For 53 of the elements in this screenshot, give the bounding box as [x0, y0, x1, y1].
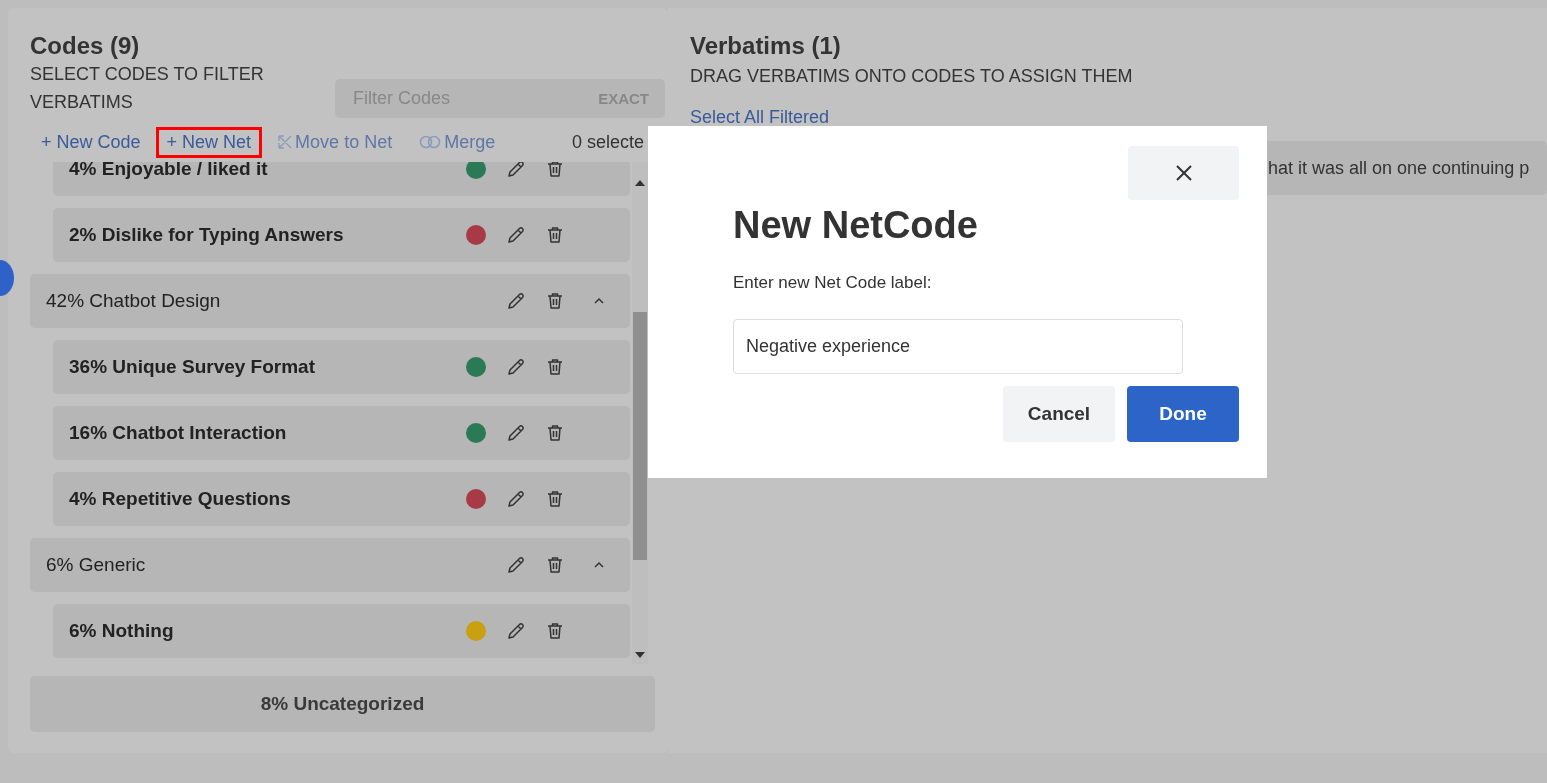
- trash-icon[interactable]: [546, 423, 564, 443]
- code-row[interactable]: 36% Unique Survey Format: [53, 340, 630, 394]
- trash-icon[interactable]: [546, 621, 564, 641]
- net-label-field[interactable]: Negative experience: [733, 319, 1183, 374]
- selection-count: 0 selecte: [571, 131, 644, 153]
- trash-icon[interactable]: [546, 555, 564, 575]
- chevron-up-icon[interactable]: [593, 297, 605, 305]
- code-label: 4% Repetitive Questions: [69, 488, 292, 510]
- panel-title: Verbatims (1): [690, 32, 842, 60]
- code-row[interactable]: 2% Dislike for Typing Answers: [53, 208, 630, 262]
- dialog-title: New NetCode: [733, 204, 979, 247]
- scrollbar[interactable]: [632, 162, 648, 664]
- trash-icon[interactable]: [546, 162, 564, 179]
- uncategorized-row[interactable]: 8% Uncategorized: [30, 676, 655, 732]
- close-icon: [1174, 164, 1193, 182]
- code-row[interactable]: 4% Repetitive Questions: [53, 472, 630, 526]
- pencil-icon[interactable]: [506, 555, 526, 575]
- panel-subtitle: DRAG VERBATIMS ONTO CODES TO ASSIGN THEM: [690, 66, 1134, 87]
- net-row[interactable]: 6% Generic: [30, 538, 630, 592]
- cancel-button[interactable]: Cancel: [1003, 386, 1115, 442]
- net-row[interactable]: 42% Chatbot Design: [30, 274, 630, 328]
- merge-icon: [418, 135, 443, 149]
- code-label: 6% Nothing: [69, 620, 175, 642]
- arrows-icon: [277, 134, 294, 150]
- trash-icon[interactable]: [546, 225, 564, 245]
- code-row[interactable]: 4% Enjoyable / liked it: [53, 162, 630, 196]
- code-row[interactable]: 16% Chatbot Interaction: [53, 406, 630, 460]
- field-label: Enter new Net Code label:: [733, 273, 933, 293]
- pencil-icon[interactable]: [506, 162, 526, 179]
- code-label: 16% Chatbot Interaction: [69, 422, 288, 444]
- chevron-up-icon[interactable]: [593, 561, 605, 569]
- pencil-icon[interactable]: [506, 357, 526, 377]
- trash-icon[interactable]: [546, 357, 564, 377]
- net-label: 6% Generic: [46, 554, 147, 576]
- net-label: 42% Chatbot Design: [46, 290, 222, 312]
- panel-title: Codes (9): [30, 32, 140, 60]
- verbatim-text: hat it was all on one continuing p: [1268, 157, 1530, 179]
- pencil-icon[interactable]: [506, 225, 526, 245]
- panel-subtitle: SELECT CODES TO FILTER VERBATIMS: [30, 63, 265, 114]
- done-button[interactable]: Done: [1127, 386, 1239, 442]
- pencil-icon[interactable]: [506, 291, 526, 311]
- pencil-icon[interactable]: [506, 423, 526, 443]
- code-label: 4% Enjoyable / liked it: [69, 162, 269, 180]
- new-button[interactable]: + New Net: [155, 126, 263, 158]
- new-button[interactable]: + New Code: [30, 126, 152, 158]
- trash-icon[interactable]: [546, 489, 564, 509]
- trash-icon[interactable]: [546, 291, 564, 311]
- code-label: 36% Unique Survey Format: [69, 356, 317, 378]
- pencil-icon[interactable]: [506, 621, 526, 641]
- code-row[interactable]: 6% Nothing: [53, 604, 630, 658]
- pencil-icon[interactable]: [506, 489, 526, 509]
- code-label: 2% Dislike for Typing Answers: [69, 224, 345, 246]
- select-all-link[interactable]: Select All Filtered: [690, 107, 830, 128]
